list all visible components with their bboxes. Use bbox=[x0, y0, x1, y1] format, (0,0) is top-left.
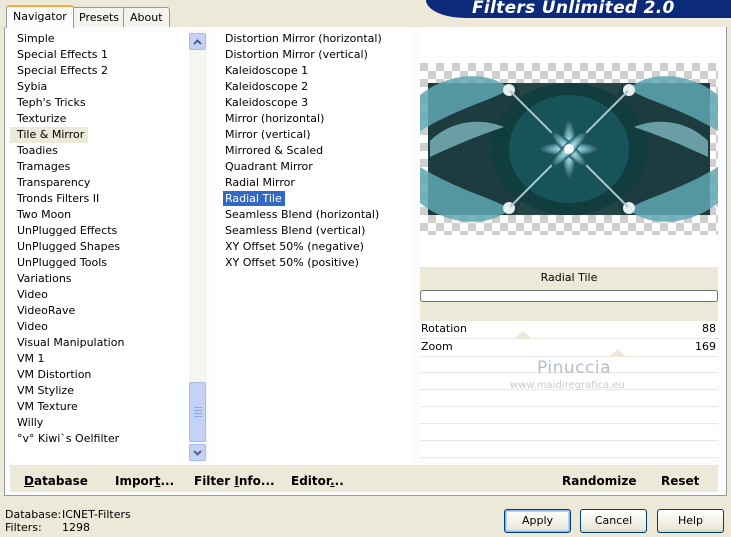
category-item[interactable]: Special Effects 1 bbox=[10, 47, 207, 63]
filter-item[interactable]: XY Offset 50% (negative) bbox=[216, 239, 413, 255]
status-database: Database: ICNET-Filters bbox=[5, 508, 131, 521]
filter-item-label: Mirrored & Scaled bbox=[225, 144, 324, 157]
category-item[interactable]: Willy bbox=[10, 415, 207, 431]
database-button[interactable]: Database bbox=[24, 474, 88, 488]
app-title: Filters Unlimited 2.0 bbox=[472, 0, 675, 18]
filter-item-label: Mirror (vertical) bbox=[225, 128, 311, 141]
watermark-name: Pinuccia bbox=[537, 358, 611, 378]
param-label: Zoom bbox=[421, 340, 453, 353]
category-item[interactable]: Visual Manipulation bbox=[10, 335, 207, 351]
tab-about[interactable]: About bbox=[123, 7, 170, 27]
category-item[interactable]: Tramages bbox=[10, 159, 207, 175]
param-value: 88 bbox=[702, 322, 716, 335]
filter-item[interactable]: Radial Mirror bbox=[216, 175, 413, 191]
category-list[interactable]: Simple Special Effects 1 Special Effects 2… bbox=[10, 31, 207, 462]
chevron-down-icon bbox=[193, 449, 202, 456]
filter-item[interactable]: Mirror (vertical) bbox=[216, 127, 413, 143]
filter-count: 1298 bbox=[62, 521, 90, 534]
watermark-url: www.maidiregrafica.eu bbox=[510, 380, 625, 391]
current-filter-name: Radial Tile bbox=[540, 271, 598, 284]
scroll-down-button[interactable] bbox=[189, 444, 206, 461]
progress-bar bbox=[420, 290, 718, 302]
filter-item[interactable]: Distortion Mirror (vertical) bbox=[216, 47, 413, 63]
filter-item[interactable]: Mirrored & Scaled bbox=[216, 143, 413, 159]
category-item[interactable]: UnPlugged Effects bbox=[10, 223, 207, 239]
cancel-button[interactable]: Cancel bbox=[580, 509, 647, 533]
category-scrollbar[interactable] bbox=[189, 31, 207, 462]
empty-param-row bbox=[420, 391, 718, 407]
editor-button[interactable]: Editor... bbox=[291, 474, 344, 488]
filter-item-label: XY Offset 50% (positive) bbox=[225, 256, 359, 269]
filter-item[interactable]: Seamless Blend (horizontal) bbox=[216, 207, 413, 223]
category-item[interactable]: Texturize bbox=[10, 111, 207, 127]
category-item[interactable]: Toadies bbox=[10, 143, 207, 159]
filter-item-selected[interactable]: Radial Tile bbox=[216, 191, 413, 207]
filter-item-label: Radial Tile bbox=[223, 191, 285, 206]
reset-button[interactable]: Reset bbox=[661, 474, 699, 488]
randomize-button[interactable]: Randomize bbox=[562, 474, 636, 488]
category-item[interactable]: VM Texture bbox=[10, 399, 207, 415]
param-zoom[interactable]: Zoom 169 bbox=[420, 339, 718, 357]
category-item[interactable]: UnPlugged Shapes bbox=[10, 239, 207, 255]
scroll-up-button[interactable] bbox=[189, 33, 206, 50]
filter-item-label: Kaleidoscope 3 bbox=[225, 96, 309, 109]
filter-info-button[interactable]: Filter Info... bbox=[194, 474, 275, 488]
category-item[interactable]: Variations bbox=[10, 271, 207, 287]
category-item[interactable]: VideoRave bbox=[10, 303, 207, 319]
filter-item-label: Seamless Blend (horizontal) bbox=[225, 208, 380, 221]
empty-param-row bbox=[420, 408, 718, 424]
category-item[interactable]: Transparency bbox=[10, 175, 207, 191]
filter-item-label: Seamless Blend (vertical) bbox=[225, 224, 366, 237]
filter-item[interactable]: XY Offset 50% (positive) bbox=[216, 255, 413, 271]
category-item[interactable]: Teph's Tricks bbox=[10, 95, 207, 111]
database-name: ICNET-Filters bbox=[62, 508, 131, 521]
category-item[interactable]: Sybia bbox=[10, 79, 207, 95]
category-item[interactable]: Simple bbox=[10, 31, 207, 47]
status-filters: Filters: 1298 bbox=[5, 521, 90, 534]
filter-item-label: XY Offset 50% (negative) bbox=[225, 240, 364, 253]
tab-navigator[interactable]: Navigator bbox=[6, 5, 74, 28]
rotation-slider-mark[interactable] bbox=[514, 331, 532, 339]
empty-param-row bbox=[420, 425, 718, 441]
category-item[interactable]: VM Distortion bbox=[10, 367, 207, 383]
filter-list[interactable]: Distortion Mirror (horizontal) Distortion… bbox=[216, 31, 413, 462]
empty-param-row bbox=[420, 442, 718, 458]
scroll-thumb[interactable] bbox=[189, 382, 206, 442]
import-button[interactable]: Import... bbox=[115, 474, 174, 488]
filter-item-label: Mirror (horizontal) bbox=[225, 112, 325, 125]
filter-item-label: Radial Mirror bbox=[225, 176, 295, 189]
apply-button[interactable]: Apply bbox=[504, 509, 571, 533]
category-item[interactable]: °v° Kiwi`s Oelfilter bbox=[10, 431, 207, 447]
category-item[interactable]: Video bbox=[10, 319, 207, 335]
filter-item[interactable]: Kaleidoscope 1 bbox=[216, 63, 413, 79]
filter-item-label: Distortion Mirror (horizontal) bbox=[225, 32, 382, 45]
param-rotation[interactable]: Rotation 88 bbox=[420, 321, 718, 339]
filter-item[interactable]: Seamless Blend (vertical) bbox=[216, 223, 413, 239]
category-item[interactable]: Two Moon bbox=[10, 207, 207, 223]
filter-item-label: Kaleidoscope 1 bbox=[225, 64, 309, 77]
filter-preview bbox=[420, 31, 718, 267]
zoom-slider-mark[interactable] bbox=[609, 349, 627, 357]
category-item[interactable]: VM Stylize bbox=[10, 383, 207, 399]
category-item[interactable]: Special Effects 2 bbox=[10, 63, 207, 79]
filter-item-label: Quadrant Mirror bbox=[225, 160, 313, 173]
tab-presets[interactable]: Presets bbox=[72, 7, 127, 27]
preview-image bbox=[420, 63, 718, 235]
filter-item[interactable]: Quadrant Mirror bbox=[216, 159, 413, 175]
help-button[interactable]: Help bbox=[657, 509, 724, 533]
category-item-selected[interactable]: Tile & Mirror bbox=[10, 127, 89, 143]
filter-item[interactable]: Kaleidoscope 2 bbox=[216, 79, 413, 95]
filter-item[interactable]: Distortion Mirror (horizontal) bbox=[216, 31, 413, 47]
param-value: 169 bbox=[695, 340, 716, 353]
filter-item-label: Kaleidoscope 2 bbox=[225, 80, 309, 93]
category-item[interactable]: VM 1 bbox=[10, 351, 207, 367]
filter-item-label: Distortion Mirror (vertical) bbox=[225, 48, 368, 61]
category-item[interactable]: UnPlugged Tools bbox=[10, 255, 207, 271]
param-label: Rotation bbox=[421, 322, 468, 335]
filter-item[interactable]: Kaleidoscope 3 bbox=[216, 95, 413, 111]
filter-item[interactable]: Mirror (horizontal) bbox=[216, 111, 413, 127]
chevron-up-icon bbox=[193, 38, 202, 45]
category-item[interactable]: Tronds Filters II bbox=[10, 191, 207, 207]
category-item[interactable]: Video bbox=[10, 287, 207, 303]
